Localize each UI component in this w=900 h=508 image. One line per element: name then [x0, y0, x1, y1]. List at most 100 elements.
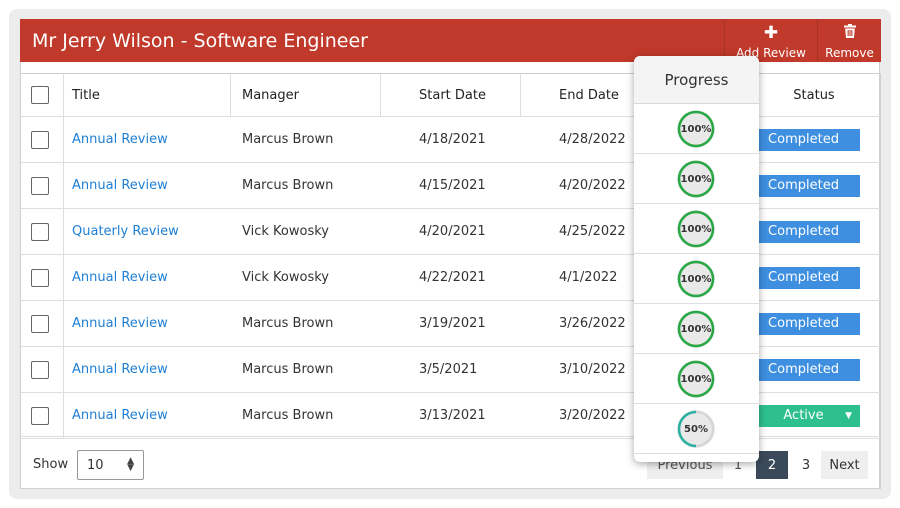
row-checkbox-cell: [31, 301, 49, 346]
status-badge: Completed: [747, 128, 860, 151]
row-checkbox-cell: [31, 347, 49, 392]
page-size-select[interactable]: 10 ▲ ▼: [77, 450, 144, 480]
progress-label: 100%: [680, 373, 712, 385]
remove-button[interactable]: Remove: [817, 19, 881, 62]
progress-row: 100%: [634, 154, 759, 204]
page-title: Mr Jerry Wilson - Software Engineer: [32, 30, 368, 52]
start-date: 4/18/2021: [419, 132, 486, 147]
column-header-end-date[interactable]: End Date: [559, 74, 619, 116]
column-header-manager[interactable]: Manager: [242, 74, 299, 116]
pagination-page-2[interactable]: 2: [756, 451, 788, 479]
end-date: 3/26/2022: [559, 316, 626, 331]
row-checkbox[interactable]: [31, 222, 49, 241]
row-checkbox-cell: [31, 163, 49, 208]
show-label: Show: [33, 457, 69, 472]
end-date: 4/28/2022: [559, 132, 626, 147]
status-text: Completed: [768, 362, 839, 377]
status-cell: Completed: [747, 347, 871, 392]
row-checkbox[interactable]: [31, 360, 49, 379]
manager-name: Marcus Brown: [242, 408, 334, 423]
start-date: 4/22/2021: [419, 270, 486, 285]
pagination-page-3[interactable]: 3: [791, 451, 821, 479]
start-date: 3/13/2021: [419, 408, 486, 423]
status-text: Completed: [768, 316, 839, 331]
progress-ring: 100%: [677, 260, 715, 298]
remove-label: Remove: [825, 46, 874, 60]
status-badge: Completed: [747, 174, 860, 197]
review-title-link[interactable]: Annual Review: [72, 163, 168, 208]
manager-name: Vick Kowosky: [242, 224, 329, 239]
progress-ring: 100%: [677, 310, 715, 348]
status-cell: Completed: [747, 117, 871, 162]
end-date: 4/20/2022: [559, 178, 626, 193]
progress-row: 100%: [634, 354, 759, 404]
status-cell: Completed: [747, 255, 871, 300]
progress-row: 100%: [634, 104, 759, 154]
column-header-progress: Progress: [634, 56, 759, 104]
status-badge: Completed: [747, 358, 860, 381]
status-badge: Completed: [747, 312, 860, 335]
manager-name: Marcus Brown: [242, 178, 334, 193]
trash-icon: [818, 24, 881, 42]
caret-down-icon: ▼: [845, 410, 852, 421]
end-date: 4/1/2022: [559, 270, 618, 285]
progress-label: 100%: [680, 323, 712, 335]
progress-ring: 100%: [677, 160, 715, 198]
row-checkbox[interactable]: [31, 406, 49, 425]
progress-label: 50%: [684, 423, 708, 435]
review-title-link[interactable]: Quaterly Review: [72, 209, 179, 254]
row-checkbox[interactable]: [31, 268, 49, 287]
progress-row: 100%: [634, 254, 759, 304]
start-date: 4/20/2021: [419, 224, 486, 239]
end-date: 3/10/2022: [559, 362, 626, 377]
manager-name: Marcus Brown: [242, 316, 334, 331]
review-title-link[interactable]: Annual Review: [72, 347, 168, 392]
row-checkbox[interactable]: [31, 176, 49, 195]
progress-column-popup: Progress 100% 100% 100% 100% 100% 100% 50%: [634, 56, 759, 462]
row-checkbox-cell: [31, 117, 49, 162]
status-text: Active: [783, 408, 824, 423]
manager-name: Marcus Brown: [242, 362, 334, 377]
pagination-next[interactable]: Next: [821, 451, 868, 479]
manager-name: Marcus Brown: [242, 132, 334, 147]
end-date: 4/25/2022: [559, 224, 626, 239]
status-cell: Completed: [747, 163, 871, 208]
column-header-status[interactable]: Status: [757, 74, 871, 116]
start-date: 4/15/2021: [419, 178, 486, 193]
review-title-link[interactable]: Annual Review: [72, 301, 168, 346]
column-header-title[interactable]: Title: [72, 74, 100, 116]
page-size-value: 10: [87, 457, 104, 473]
status-cell: Active ▼: [747, 393, 871, 438]
progress-row: 100%: [634, 204, 759, 254]
status-badge: Completed: [747, 220, 860, 243]
review-title-link[interactable]: Annual Review: [72, 393, 168, 438]
status-text: Completed: [768, 224, 839, 239]
start-date: 3/19/2021: [419, 316, 486, 331]
status-text: Completed: [768, 270, 839, 285]
review-title-link[interactable]: Annual Review: [72, 255, 168, 300]
progress-ring: 100%: [677, 360, 715, 398]
progress-label: 100%: [680, 123, 712, 135]
status-text: Completed: [768, 132, 839, 147]
status-badge: Completed: [747, 266, 860, 289]
progress-label: 100%: [680, 173, 712, 185]
progress-label: 100%: [680, 223, 712, 235]
column-header-start-date[interactable]: Start Date: [419, 74, 486, 116]
select-all-checkbox[interactable]: [31, 86, 49, 104]
progress-row: 50%: [634, 404, 759, 454]
review-title-link[interactable]: Annual Review: [72, 117, 168, 162]
progress-ring: 100%: [677, 110, 715, 148]
row-checkbox[interactable]: [31, 130, 49, 149]
row-checkbox-cell: [31, 209, 49, 254]
progress-label: 100%: [680, 273, 712, 285]
status-cell: Completed: [747, 301, 871, 346]
start-date: 3/5/2021: [419, 362, 478, 377]
status-text: Completed: [768, 178, 839, 193]
end-date: 3/20/2022: [559, 408, 626, 423]
row-checkbox[interactable]: [31, 314, 49, 333]
select-all-cell: [31, 74, 49, 116]
progress-ring: 50%: [677, 410, 715, 448]
row-checkbox-cell: [31, 255, 49, 300]
row-checkbox-cell: [31, 393, 49, 438]
status-badge[interactable]: Active ▼: [747, 404, 860, 427]
